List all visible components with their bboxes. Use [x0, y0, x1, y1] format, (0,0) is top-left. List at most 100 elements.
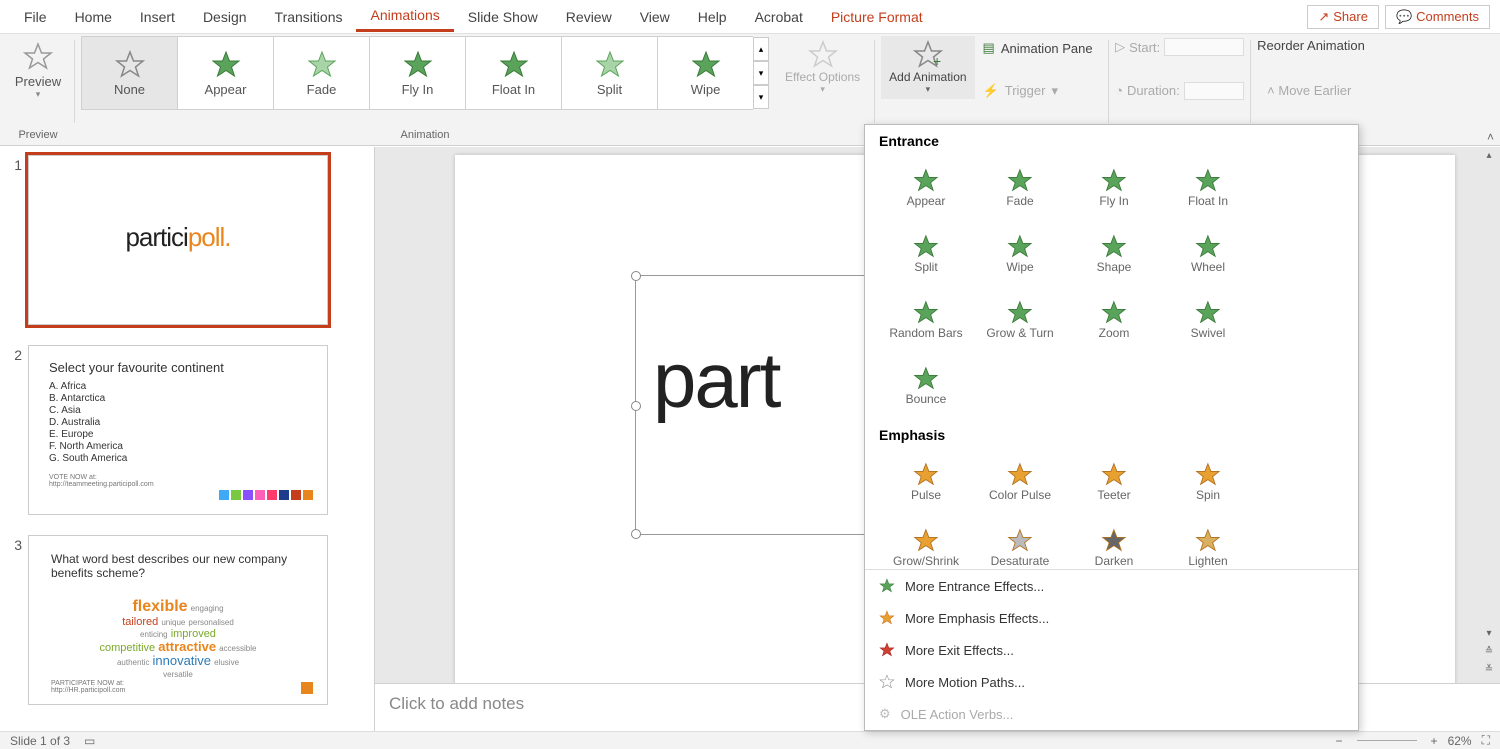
- entrance-header: Entrance: [879, 133, 1344, 149]
- effect-options-icon: [808, 40, 838, 70]
- trigger-button: ⚡Trigger ▾: [983, 81, 1103, 101]
- tab-insert[interactable]: Insert: [126, 3, 189, 31]
- anim-fade[interactable]: Fade: [273, 36, 369, 110]
- entrance-fade[interactable]: Fade: [973, 155, 1067, 221]
- tab-acrobat[interactable]: Acrobat: [741, 3, 817, 31]
- canvas-scroll-down[interactable]: ▾: [1482, 628, 1496, 639]
- slide-thumbnails: 1 participoll. 2 Select your favourite c…: [0, 147, 375, 731]
- logo: participoll.: [29, 156, 327, 253]
- add-animation-dropdown: Entrance AppearFadeFly InFloat In SplitWi…: [864, 124, 1359, 731]
- share-button[interactable]: ↗Share: [1307, 5, 1379, 29]
- tab-view[interactable]: View: [626, 3, 684, 31]
- tab-slideshow[interactable]: Slide Show: [454, 3, 552, 31]
- tab-home[interactable]: Home: [61, 3, 126, 31]
- anim-flyin[interactable]: Fly In: [369, 36, 465, 110]
- entrance-shape[interactable]: Shape: [1067, 221, 1161, 287]
- thumb-num-1: 1: [4, 155, 28, 325]
- anim-floatin[interactable]: Float In: [465, 36, 561, 110]
- slide-text: part: [653, 335, 779, 426]
- next-slide[interactable]: ≚: [1482, 664, 1496, 675]
- add-animation-button[interactable]: + Add Animation ▾: [881, 36, 974, 99]
- status-bar: Slide 1 of 3 ▭ − + 62% ⛶: [0, 731, 1500, 749]
- emphasis-darken[interactable]: Darken: [1067, 515, 1161, 569]
- anim-none[interactable]: None: [81, 36, 177, 110]
- ribbon-tabs: File Home Insert Design Transitions Anim…: [0, 0, 1500, 34]
- thumbnail-1[interactable]: participoll.: [28, 155, 328, 325]
- gallery-more[interactable]: ▾: [753, 85, 769, 109]
- collapse-ribbon[interactable]: ˄: [1487, 130, 1494, 144]
- preview-group-label: Preview: [8, 127, 68, 145]
- entrance-float-in[interactable]: Float In: [1161, 155, 1255, 221]
- emphasis-star-icon: [879, 610, 895, 626]
- tab-file[interactable]: File: [10, 3, 61, 31]
- fit-to-window[interactable]: ⛶: [1482, 733, 1490, 748]
- gallery-down[interactable]: ▾: [753, 61, 769, 85]
- reorder-label: Reorder Animation: [1257, 38, 1365, 53]
- emphasis-spin[interactable]: Spin: [1161, 449, 1255, 515]
- zoom-in[interactable]: +: [1431, 734, 1438, 748]
- entrance-bounce[interactable]: Bounce: [879, 353, 973, 419]
- duration-field: ◔Duration:: [1115, 82, 1244, 100]
- emphasis-header: Emphasis: [879, 427, 1344, 443]
- entrance-wipe[interactable]: Wipe: [973, 221, 1067, 287]
- tab-transitions[interactable]: Transitions: [261, 3, 357, 31]
- wipe-star-icon: [691, 50, 721, 80]
- comments-button[interactable]: 💬Comments: [1385, 5, 1490, 29]
- tab-picture-format[interactable]: Picture Format: [817, 3, 937, 31]
- emphasis-color-pulse[interactable]: Color Pulse: [973, 449, 1067, 515]
- animation-pane-button[interactable]: ▤Animation Pane: [983, 38, 1103, 58]
- emphasis-grow-shrink[interactable]: Grow/Shrink: [879, 515, 973, 569]
- thumbnail-2[interactable]: Select your favourite continent A. Afric…: [28, 345, 328, 515]
- canvas-scroll-up[interactable]: ▴: [1482, 150, 1496, 161]
- tab-help[interactable]: Help: [684, 3, 741, 31]
- tab-review[interactable]: Review: [552, 3, 626, 31]
- slide-counter: Slide 1 of 3: [10, 734, 70, 748]
- start-icon: ▷: [1115, 39, 1125, 55]
- more-exit-effects[interactable]: More Exit Effects...: [865, 634, 1358, 666]
- emphasis-lighten[interactable]: Lighten: [1161, 515, 1255, 569]
- trigger-icon: ⚡: [983, 83, 999, 99]
- emphasis-pulse[interactable]: Pulse: [879, 449, 973, 515]
- emphasis-desaturate[interactable]: Desaturate: [973, 515, 1067, 569]
- entrance-wheel[interactable]: Wheel: [1161, 221, 1255, 287]
- entrance-grow-turn[interactable]: Grow & Turn: [973, 287, 1067, 353]
- flyin-star-icon: [403, 50, 433, 80]
- emphasis-teeter[interactable]: Teeter: [1067, 449, 1161, 515]
- thumbnail-3[interactable]: What word best describes our new company…: [28, 535, 328, 705]
- entrance-zoom[interactable]: Zoom: [1067, 287, 1161, 353]
- anim-appear[interactable]: Appear: [177, 36, 273, 110]
- thumb-num-3: 3: [4, 535, 28, 705]
- anim-wipe[interactable]: Wipe: [657, 36, 753, 110]
- split-star-icon: [595, 50, 625, 80]
- entrance-appear[interactable]: Appear: [879, 155, 973, 221]
- more-entrance-effects[interactable]: More Entrance Effects...: [865, 570, 1358, 602]
- anim-split[interactable]: Split: [561, 36, 657, 110]
- share-icon: ↗: [1318, 9, 1329, 25]
- entrance-split[interactable]: Split: [879, 221, 973, 287]
- prev-slide[interactable]: ≙: [1482, 646, 1496, 657]
- gallery-up[interactable]: ▴: [753, 37, 769, 61]
- floatin-star-icon: [499, 50, 529, 80]
- move-earlier: ˄ Move Earlier: [1257, 83, 1365, 98]
- entrance-random-bars[interactable]: Random Bars: [879, 287, 973, 353]
- entrance-fly-in[interactable]: Fly In: [1067, 155, 1161, 221]
- notes-icon[interactable]: ▭: [84, 734, 95, 748]
- svg-text:+: +: [933, 53, 941, 69]
- comment-icon: 💬: [1396, 9, 1412, 25]
- entrance-swivel[interactable]: Swivel: [1161, 287, 1255, 353]
- word-cloud: flexible engaging tailored unique person…: [51, 598, 305, 680]
- fade-star-icon: [307, 50, 337, 80]
- appear-star-icon: [211, 50, 241, 80]
- motion-star-icon: [879, 674, 895, 690]
- add-animation-icon: +: [913, 40, 943, 70]
- entrance-star-icon: [879, 578, 895, 594]
- zoom-out[interactable]: −: [1336, 734, 1343, 748]
- preview-button[interactable]: Preview ▾: [8, 36, 68, 106]
- more-emphasis-effects[interactable]: More Emphasis Effects...: [865, 602, 1358, 634]
- color-swatches: [219, 490, 313, 500]
- thumb-num-2: 2: [4, 345, 28, 515]
- tab-animations[interactable]: Animations: [356, 1, 453, 32]
- tab-design[interactable]: Design: [189, 3, 261, 31]
- more-motion-paths[interactable]: More Motion Paths...: [865, 666, 1358, 698]
- animation-group-label: Animation: [81, 127, 769, 145]
